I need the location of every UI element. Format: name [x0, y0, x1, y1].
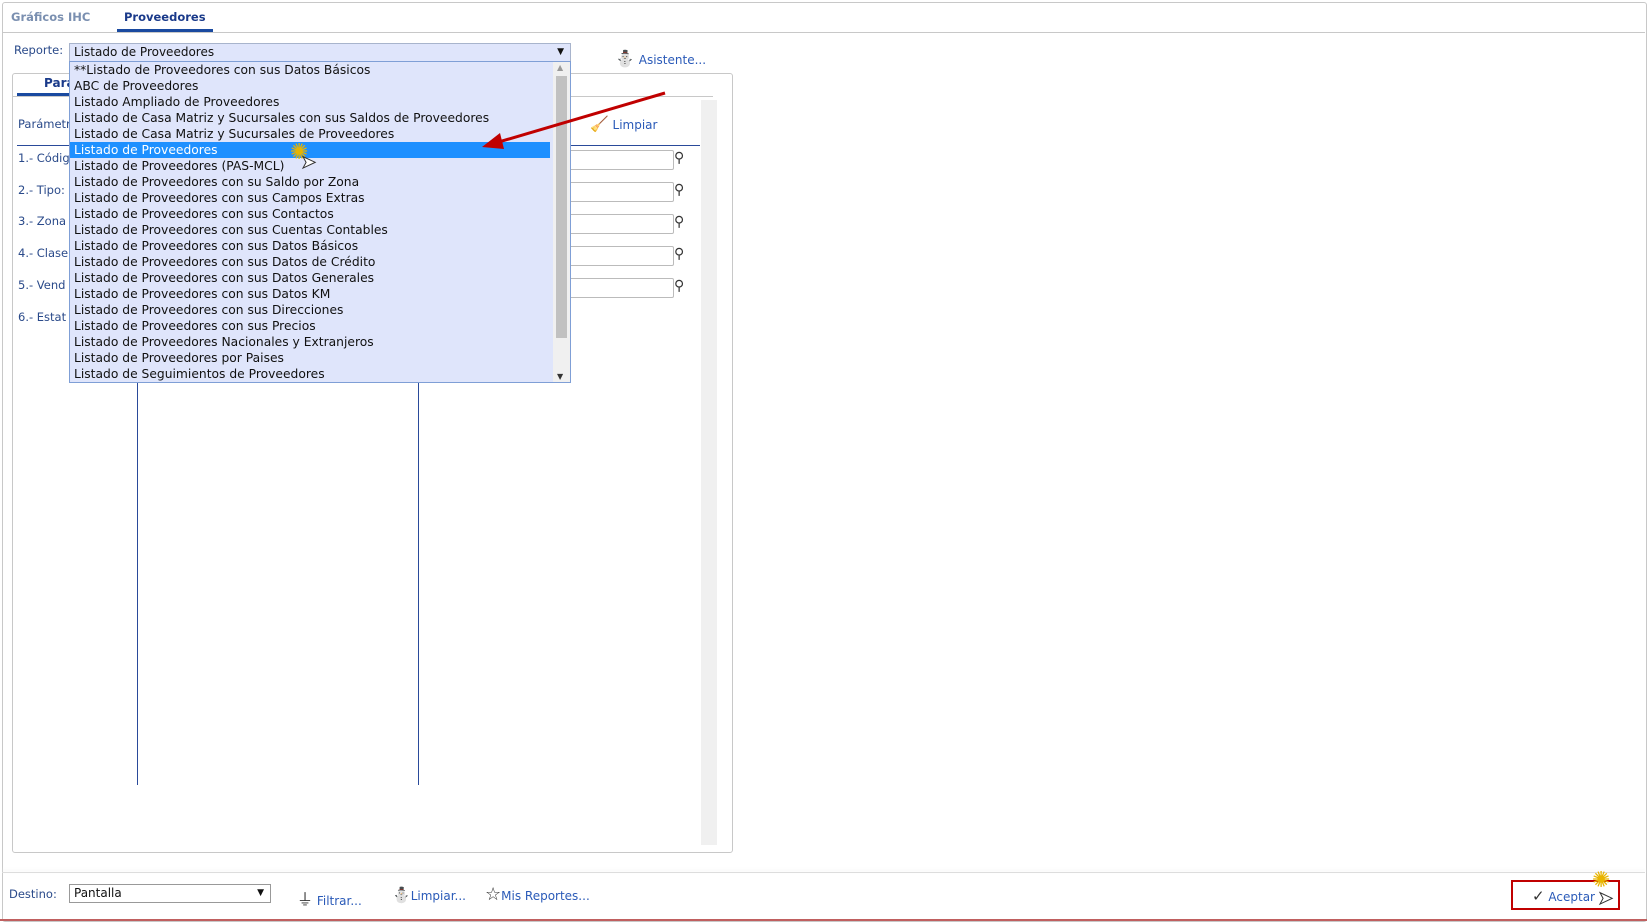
scroll-up-icon[interactable]: ▲: [557, 63, 563, 72]
param-input[interactable]: [560, 182, 674, 202]
dropdown-option[interactable]: Listado de Proveedores Nacionales y Extr…: [70, 334, 550, 350]
limpiar-button[interactable]: ⛄Limpiar...: [392, 886, 466, 904]
tab-graficos-ihc[interactable]: Gráficos IHC: [11, 10, 90, 24]
param-input[interactable]: [560, 214, 674, 234]
param-label: 5.- Vend: [18, 278, 66, 292]
bottom-edge: [0, 919, 1647, 921]
dropdown-option[interactable]: **Listado de Proveedores con sus Datos B…: [70, 62, 550, 78]
dropdown-option[interactable]: Listado de Proveedores con sus Datos Bás…: [70, 238, 550, 254]
column-divider: [137, 383, 138, 785]
aceptar-button[interactable]: ✓ Aceptar: [1532, 887, 1595, 905]
tab-divider: [2, 32, 1645, 33]
dropdown-option[interactable]: Listado de Proveedores con sus Campos Ex…: [70, 190, 550, 206]
destino-value: Pantalla: [74, 886, 122, 900]
dropdown-option[interactable]: Listado de Proveedores con su Saldo por …: [70, 174, 550, 190]
reporte-select[interactable]: Listado de Proveedores ▼: [69, 43, 571, 62]
mis-reportes-button[interactable]: ☆Mis Reportes...: [485, 884, 590, 905]
dropdown-option[interactable]: Listado de Proveedores con sus Datos KM: [70, 286, 550, 302]
asistente-button[interactable]: ⛄ Asistente...: [615, 49, 706, 68]
dropdown-option[interactable]: Listado de Proveedores con sus Direccion…: [70, 302, 550, 318]
dropdown-option[interactable]: Listado de Proveedores con sus Datos de …: [70, 254, 550, 270]
search-icon[interactable]: ⚲: [674, 182, 684, 198]
destino-label: Destino:: [9, 887, 57, 901]
param-input[interactable]: [560, 246, 674, 266]
filter-icon: ⏚: [297, 890, 314, 909]
limpiar-footer-label: Limpiar...: [410, 889, 466, 903]
reporte-label: Reporte:: [14, 43, 64, 57]
filtrar-label: Filtrar...: [316, 894, 362, 908]
column-divider: [418, 383, 419, 785]
cursor-icon: ➤: [300, 152, 317, 174]
param-label: 6.- Estat: [18, 310, 67, 324]
scroll-down-icon[interactable]: ▼: [557, 372, 563, 381]
dropdown-option[interactable]: Listado de Proveedores con sus Contactos: [70, 206, 550, 222]
wizard-icon: ⛄: [392, 886, 411, 904]
panel-scrollbar[interactable]: [701, 100, 717, 845]
destino-select[interactable]: Pantalla ▼: [69, 884, 271, 903]
search-icon[interactable]: ⚲: [674, 214, 684, 230]
aceptar-label: Aceptar: [1548, 890, 1595, 904]
asistente-label: Asistente...: [638, 53, 707, 67]
filtrar-button[interactable]: ⏚ Filtrar...: [297, 886, 362, 910]
tab-proveedores[interactable]: Proveedores: [117, 10, 213, 32]
annotation-arrow: [482, 91, 666, 149]
dropdown-option[interactable]: Listado de Seguimientos de Proveedores: [70, 366, 550, 382]
footer-divider: [2, 872, 1645, 873]
params-header: Parámetr: [18, 117, 71, 131]
cursor-icon: ➤: [1597, 888, 1614, 910]
mis-reportes-label: Mis Reportes...: [501, 889, 590, 903]
dropdown-option[interactable]: Listado de Proveedores por Paises: [70, 350, 550, 366]
dropdown-option[interactable]: Listado de Proveedores con sus Precios: [70, 318, 550, 334]
search-icon[interactable]: ⚲: [674, 246, 684, 262]
star-icon: ☆: [485, 884, 502, 905]
param-label: 4.- Clase: [18, 246, 69, 260]
chevron-down-icon: ▼: [257, 888, 264, 898]
param-label: 3.- Zona: [18, 214, 67, 228]
check-icon: ✓: [1532, 887, 1545, 905]
param-label: 1.- Códig: [18, 151, 70, 165]
chevron-down-icon: ▼: [557, 47, 564, 57]
param-label: 2.- Tipo:: [18, 183, 65, 197]
wizard-icon: ⛄: [615, 49, 635, 68]
search-icon[interactable]: ⚲: [674, 278, 684, 294]
dropdown-option[interactable]: Listado de Proveedores con sus Datos Gen…: [70, 270, 550, 286]
param-input[interactable]: [560, 278, 674, 298]
dropdown-option[interactable]: Listado de Proveedores con sus Cuentas C…: [70, 222, 550, 238]
reporte-value: Listado de Proveedores: [74, 45, 215, 59]
